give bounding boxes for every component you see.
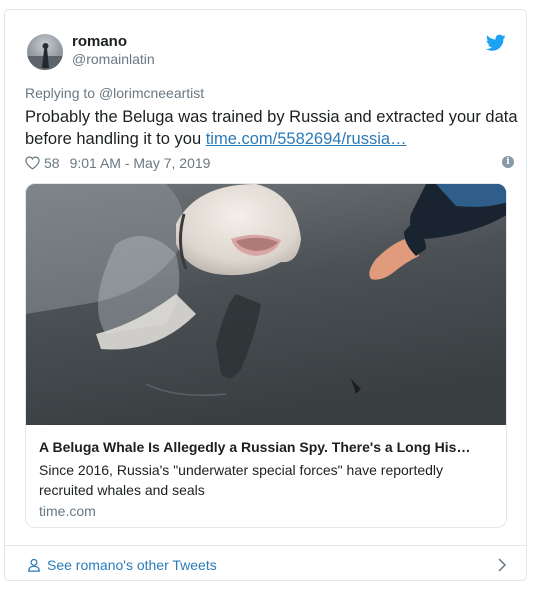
reply-context: Replying to @lorimcneeartist: [25, 85, 204, 101]
link-card-description: Since 2016, Russia's "underwater special…: [39, 462, 444, 498]
person-icon: [28, 558, 40, 572]
link-preview-card[interactable]: A Beluga Whale Is Allegedly a Russian Sp…: [25, 183, 507, 528]
like-count[interactable]: 58: [44, 155, 60, 171]
link-card-title[interactable]: A Beluga Whale Is Allegedly a Russian Sp…: [39, 439, 499, 455]
tweet-card: romano @romainlatin Replying to @lorimcn…: [4, 9, 527, 581]
tweet-meta: 58 9:01 AM - May 7, 2019 i: [25, 153, 520, 173]
timestamp[interactable]: 9:01 AM - May 7, 2019: [70, 155, 211, 171]
tweet-text: Probably the Beluga was trained by Russi…: [25, 106, 520, 150]
reply-to-link[interactable]: @lorimcneeartist: [99, 85, 204, 101]
twitter-bird-icon[interactable]: [486, 34, 506, 52]
info-icon[interactable]: i: [502, 156, 514, 168]
chevron-right-icon[interactable]: [497, 558, 507, 572]
see-other-tweets-link[interactable]: See romano's other Tweets: [27, 555, 507, 575]
avatar[interactable]: [27, 34, 63, 70]
beluga-whale-photo: [26, 184, 506, 425]
see-other-tweets-label[interactable]: See romano's other Tweets: [47, 557, 217, 573]
divider: [5, 545, 526, 546]
author-name[interactable]: romano: [72, 33, 127, 50]
heart-icon[interactable]: [25, 156, 40, 170]
link-card-domain: time.com: [39, 503, 96, 519]
reply-prefix: Replying to: [25, 85, 99, 101]
author-handle[interactable]: @romainlatin: [72, 51, 155, 67]
tweet-link[interactable]: time.com/5582694/russia…: [206, 130, 407, 148]
